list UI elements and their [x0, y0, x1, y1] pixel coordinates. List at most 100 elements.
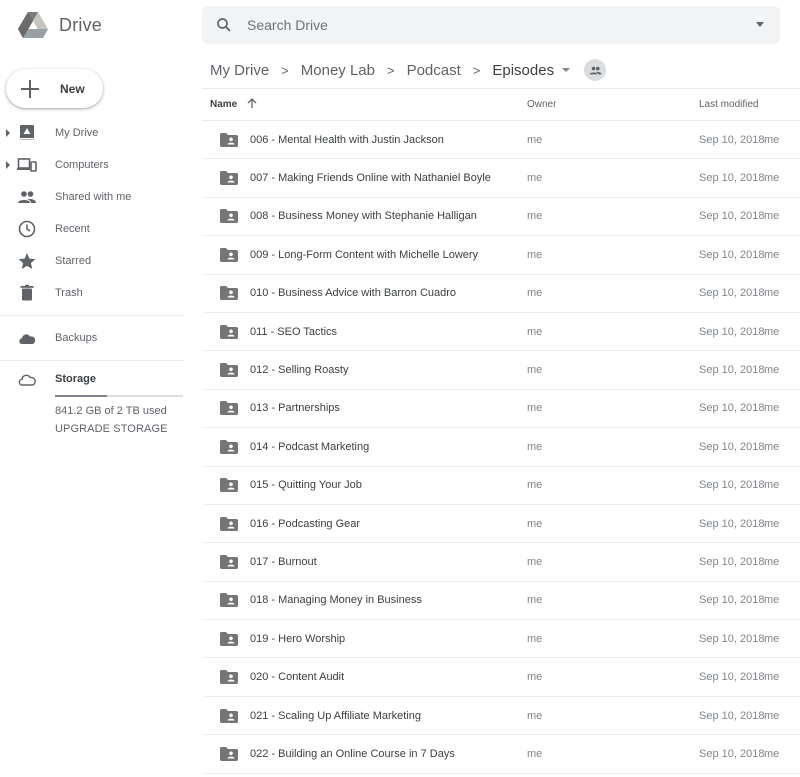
shared-folder-icon — [220, 478, 238, 493]
file-last-modified-by: me — [764, 440, 780, 453]
file-last-modified-date: Sep 10, 2018 — [699, 594, 765, 607]
shared-folder-icon — [220, 631, 238, 646]
shared-folder-icon — [220, 746, 238, 761]
file-last-modified-by: me — [764, 210, 780, 223]
breadcrumb-money-lab[interactable]: Money Lab — [301, 62, 375, 79]
file-name: 007 - Making Friends Online with Nathani… — [250, 172, 491, 185]
sidebar-item-shared-with-me[interactable]: Shared with me — [0, 181, 184, 213]
file-last-modified-by: me — [764, 594, 780, 607]
app-name: Drive — [59, 15, 103, 35]
table-row[interactable]: 022 - Building an Online Course in 7 Day… — [202, 735, 800, 774]
table-row[interactable]: 006 - Mental Health with Justin Jackson … — [202, 121, 800, 160]
sidebar-item-computers[interactable]: Computers — [0, 149, 184, 181]
file-owner: me — [527, 747, 543, 760]
file-last-modified-by: me — [764, 671, 780, 684]
search-icon[interactable] — [215, 16, 233, 34]
sidebar-item-my-drive[interactable]: My Drive — [0, 117, 184, 149]
file-last-modified-by: me — [764, 172, 780, 185]
file-last-modified-date: Sep 10, 2018 — [699, 517, 765, 530]
new-button[interactable]: New — [6, 69, 103, 108]
table-row[interactable]: 021 - Scaling Up Affiliate Marketing me … — [202, 697, 800, 736]
storage-section[interactable]: Storage 841.2 GB of 2 TB used UPGRADE ST… — [0, 367, 184, 447]
file-last-modified-date: Sep 10, 2018 — [699, 364, 765, 377]
file-last-modified-date: Sep 10, 2018 — [699, 210, 765, 223]
file-last-modified-by: me — [764, 709, 780, 722]
table-row[interactable]: 015 - Quitting Your Job me Sep 10, 2018 … — [202, 467, 800, 505]
file-name: 016 - Podcasting Gear — [250, 517, 361, 530]
storage-usage-bar — [55, 395, 183, 397]
table-row[interactable]: 018 - Managing Money in Business me Sep … — [202, 582, 800, 621]
file-owner: me — [527, 517, 543, 530]
shared-folder-icon — [220, 324, 238, 339]
file-last-modified-by: me — [764, 133, 780, 146]
table-row[interactable]: 013 - Partnerships me Sep 10, 2018 me — [202, 390, 800, 429]
column-header-last-modified[interactable]: Last modified — [699, 99, 758, 110]
sidebar: My Drive Computers Shared with me Recent… — [0, 117, 184, 447]
computers-icon — [17, 155, 37, 175]
sidebar-divider — [0, 315, 184, 316]
shared-folder-icon — [220, 132, 238, 147]
sidebar-item-recent[interactable]: Recent — [0, 213, 184, 245]
file-list-rows: 006 - Mental Health with Justin Jackson … — [202, 121, 800, 774]
sidebar-item-trash[interactable]: Trash — [0, 277, 184, 309]
file-owner: me — [527, 325, 543, 338]
file-owner: me — [527, 364, 543, 377]
file-owner: me — [527, 133, 543, 146]
table-row[interactable]: 008 - Business Money with Stephanie Hall… — [202, 198, 800, 237]
table-row[interactable]: 016 - Podcasting Gear me Sep 10, 2018 me — [202, 505, 800, 544]
file-last-modified-date: Sep 10, 2018 — [699, 325, 765, 338]
folder-menu-dropdown-icon[interactable] — [562, 68, 571, 72]
search-input[interactable] — [247, 17, 727, 33]
table-row[interactable]: 007 - Making Friends Online with Nathani… — [202, 159, 800, 198]
table-row[interactable]: 009 - Long-Form Content with Michelle Lo… — [202, 236, 800, 275]
file-name: 008 - Business Money with Stephanie Hall… — [250, 210, 477, 223]
table-row[interactable]: 012 - Selling Roasty me Sep 10, 2018 me — [202, 351, 800, 390]
file-last-modified-by: me — [764, 364, 780, 377]
file-name: 020 - Content Audit — [250, 671, 345, 684]
expand-caret-icon[interactable] — [6, 161, 10, 169]
search-options-dropdown-icon[interactable] — [756, 22, 764, 27]
sidebar-item-label: Trash — [55, 287, 83, 299]
file-last-modified-date: Sep 10, 2018 — [699, 402, 765, 415]
column-header-owner[interactable]: Owner — [527, 99, 556, 110]
column-header-name[interactable]: Name — [210, 99, 237, 110]
file-owner: me — [527, 172, 543, 185]
upgrade-storage-link[interactable]: UPGRADE STORAGE — [55, 423, 168, 435]
file-owner: me — [527, 594, 543, 607]
table-row[interactable]: 017 - Burnout me Sep 10, 2018 me — [202, 543, 800, 582]
file-name: 012 - Selling Roasty — [250, 364, 349, 377]
table-row[interactable]: 010 - Business Advice with Barron Cuadro… — [202, 275, 800, 313]
table-row[interactable]: 014 - Podcast Marketing me Sep 10, 2018 … — [202, 428, 800, 467]
breadcrumb-separator-icon: > — [386, 62, 395, 78]
star-icon — [17, 251, 37, 271]
file-name: 009 - Long-Form Content with Michelle Lo… — [250, 248, 479, 261]
cloud-filled-icon — [17, 328, 37, 348]
table-row[interactable]: 020 - Content Audit me Sep 10, 2018 me — [202, 658, 800, 697]
drive-logo[interactable]: Drive — [18, 12, 102, 39]
breadcrumb-podcast[interactable]: Podcast — [407, 62, 461, 79]
file-owner: me — [527, 479, 543, 492]
file-last-modified-date: Sep 10, 2018 — [699, 555, 765, 568]
shared-folder-icon[interactable] — [584, 59, 607, 81]
file-name: 019 - Hero Worship — [250, 632, 346, 645]
file-last-modified-by: me — [764, 402, 780, 415]
file-owner: me — [527, 287, 543, 300]
shared-folder-icon — [220, 209, 238, 224]
sidebar-item-label: Recent — [55, 223, 90, 235]
shared-folder-icon — [220, 516, 238, 531]
sidebar-item-starred[interactable]: Starred — [0, 245, 184, 277]
sort-ascending-arrow-icon[interactable] — [246, 97, 258, 109]
breadcrumb-episodes[interactable]: Episodes — [492, 62, 554, 79]
table-row[interactable]: 011 - SEO Tactics me Sep 10, 2018 me — [202, 313, 800, 352]
sidebar-item-backups[interactable]: Backups — [0, 322, 184, 354]
sidebar-divider — [0, 360, 184, 361]
file-name: 006 - Mental Health with Justin Jackson — [250, 133, 444, 146]
file-name: 014 - Podcast Marketing — [250, 440, 370, 453]
table-row[interactable]: 019 - Hero Worship me Sep 10, 2018 me — [202, 620, 800, 659]
search-bar[interactable] — [202, 6, 780, 44]
drive-logo-icon — [18, 12, 48, 38]
file-owner: me — [527, 402, 543, 415]
breadcrumb-my-drive[interactable]: My Drive — [210, 62, 269, 79]
file-last-modified-date: Sep 10, 2018 — [699, 671, 765, 684]
expand-caret-icon[interactable] — [6, 129, 10, 137]
